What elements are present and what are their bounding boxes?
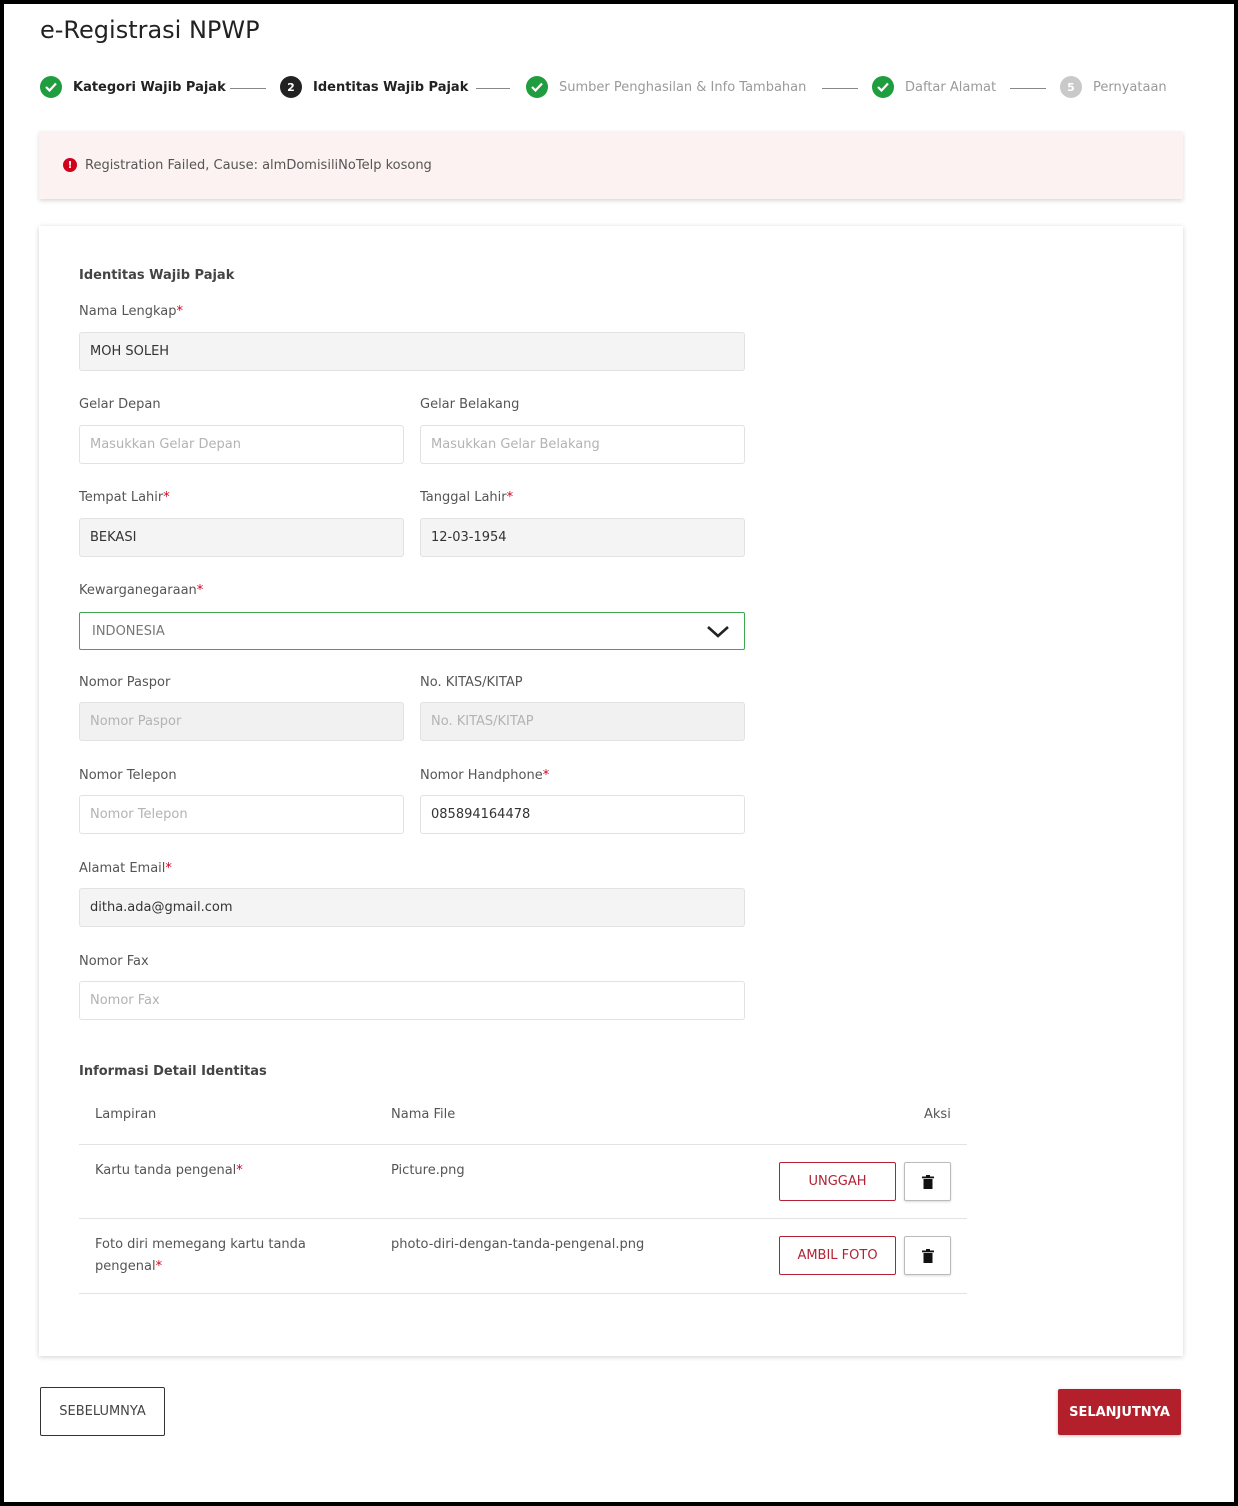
step-connector: [476, 88, 510, 89]
tanggal-lahir-field[interactable]: 12-03-1954: [420, 518, 745, 557]
label-tempat-lahir: Tempat Lahir*: [79, 490, 170, 505]
table-divider: [79, 1293, 967, 1294]
section-title-identitas: Identitas Wajib Pajak: [79, 268, 235, 283]
label-gelar-depan: Gelar Depan: [79, 397, 161, 412]
table-cell-nama-file: Picture.png: [391, 1163, 465, 1178]
label-nomor-handphone: Nomor Handphone*: [420, 768, 550, 783]
form-card: Identitas Wajib Pajak Nama Lengkap* MOH …: [39, 226, 1183, 1356]
table-cell-lampiran: Foto diri memegang kartu tanda pengenal*: [95, 1237, 306, 1274]
label-alamat-email: Alamat Email*: [79, 861, 172, 876]
step-daftar-alamat[interactable]: Daftar Alamat: [872, 74, 996, 100]
chevron-down-icon: [707, 626, 729, 638]
step-connector: [1010, 88, 1046, 89]
label-kewarganegaraan: Kewarganegaraan*: [79, 583, 204, 598]
table-cell-nama-file: photo-diri-dengan-tanda-pengenal.png: [391, 1237, 645, 1252]
delete-button[interactable]: [904, 1236, 951, 1275]
kitas-field[interactable]: No. KITAS/KITAP: [420, 702, 745, 741]
label-gelar-belakang: Gelar Belakang: [420, 397, 520, 412]
label-kitas: No. KITAS/KITAP: [420, 675, 523, 690]
step-label: Kategori Wajib Pajak: [73, 79, 226, 95]
page-frame: e-Registrasi NPWP Kategori Wajib Pajak 2…: [4, 4, 1234, 1502]
table-divider: [79, 1144, 967, 1145]
step-connector: [822, 88, 858, 89]
step-label: Pernyataan: [1093, 79, 1167, 95]
step-number-badge: 2: [280, 76, 302, 98]
step-pernyataan[interactable]: 5 Pernyataan: [1060, 74, 1167, 100]
column-header-aksi: Aksi: [924, 1107, 951, 1122]
label-tanggal-lahir: Tanggal Lahir*: [420, 490, 514, 505]
delete-button[interactable]: [904, 1162, 951, 1201]
step-label: Daftar Alamat: [905, 79, 997, 95]
step-connector: [230, 88, 266, 89]
check-icon: [526, 76, 548, 98]
label-nomor-telepon: Nomor Telepon: [79, 768, 177, 783]
trash-icon: [921, 1174, 934, 1189]
section-title-detail: Informasi Detail Identitas: [79, 1064, 267, 1079]
nomor-fax-field[interactable]: Nomor Fax: [79, 981, 745, 1020]
error-icon: !: [63, 158, 77, 172]
sebelumnya-button[interactable]: SEBELUMNYA: [40, 1387, 165, 1436]
alamat-email-field[interactable]: ditha.ada@gmail.com: [79, 888, 745, 927]
check-icon: [872, 76, 894, 98]
trash-icon: [921, 1248, 934, 1263]
label-nomor-fax: Nomor Fax: [79, 954, 149, 969]
tempat-lahir-field[interactable]: BEKASI: [79, 518, 404, 557]
page-title: e-Registrasi NPWP: [40, 16, 260, 44]
ambil-foto-button[interactable]: AMBIL FOTO: [779, 1236, 896, 1275]
step-label: Sumber Penghasilan & Info Tambahan: [559, 79, 807, 95]
column-header-nama-file: Nama File: [391, 1107, 456, 1122]
kewarganegaraan-select[interactable]: INDONESIA: [79, 612, 745, 650]
column-header-lampiran: Lampiran: [95, 1107, 157, 1122]
gelar-belakang-field[interactable]: Masukkan Gelar Belakang: [420, 425, 745, 464]
table-divider: [79, 1218, 967, 1219]
gelar-depan-field[interactable]: Masukkan Gelar Depan: [79, 425, 404, 464]
nomor-paspor-field[interactable]: Nomor Paspor: [79, 702, 404, 741]
nama-lengkap-field[interactable]: MOH SOLEH: [79, 332, 745, 371]
step-sumber-penghasilan[interactable]: Sumber Penghasilan & Info Tambahan: [526, 74, 806, 100]
nomor-telepon-field[interactable]: Nomor Telepon: [79, 795, 404, 834]
error-alert: ! Registration Failed, Cause: almDomisil…: [39, 131, 1183, 199]
step-kategori[interactable]: Kategori Wajib Pajak: [40, 74, 226, 100]
unggah-button[interactable]: UNGGAH: [779, 1162, 896, 1201]
label-nomor-paspor: Nomor Paspor: [79, 675, 171, 690]
alert-message: Registration Failed, Cause: almDomisiliN…: [85, 157, 432, 173]
label-nama-lengkap: Nama Lengkap*: [79, 304, 183, 319]
selanjutnya-button[interactable]: SELANJUTNYA: [1058, 1389, 1181, 1435]
step-label: Identitas Wajib Pajak: [313, 79, 469, 95]
check-icon: [40, 76, 62, 98]
step-number-badge: 5: [1060, 76, 1082, 98]
nomor-handphone-field[interactable]: 085894164478: [420, 795, 745, 834]
table-cell-lampiran: Kartu tanda pengenal*: [95, 1163, 243, 1178]
step-identitas[interactable]: 2 Identitas Wajib Pajak: [280, 74, 468, 100]
